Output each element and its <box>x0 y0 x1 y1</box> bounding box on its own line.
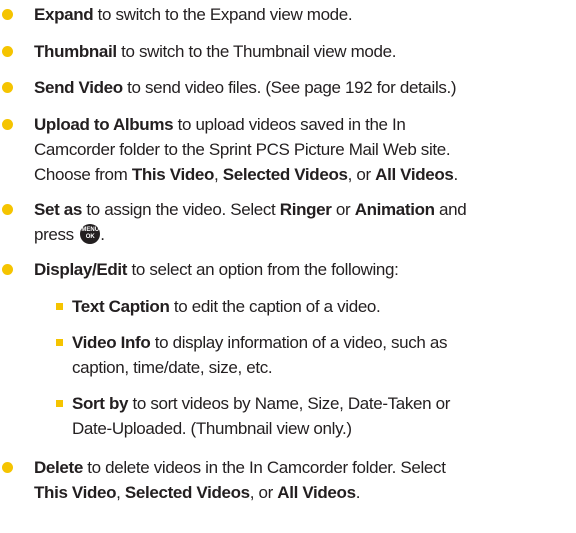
bullet-dot <box>2 119 13 130</box>
list-item-delete: Delete to delete videos in the In Camcor… <box>34 458 446 477</box>
sub-item-sort-by: Sort by to sort videos by Name, Size, Da… <box>72 394 451 413</box>
sub-item-text-caption: Text Caption to edit the caption of a vi… <box>72 297 381 316</box>
list-item-set-as-line2: press MENU OK. <box>34 223 105 244</box>
term-expand: Expand <box>34 5 94 24</box>
list-item-set-as: Set as to assign the video. Select Ringe… <box>34 200 467 219</box>
list-item-send-video: Send Video to send video files. (See pag… <box>34 78 457 97</box>
sub-item-sort-by-line2: Date-Uploaded. (Thumbnail view only.) <box>72 419 352 438</box>
list-item-display-edit: Display/Edit to select an option from th… <box>34 260 399 279</box>
sub-item-video-info: Video Info to display information of a v… <box>72 333 448 352</box>
sub-bullet-square <box>56 339 63 346</box>
term-delete: Delete <box>34 458 83 477</box>
list-item-upload-line2: Camcorder folder to the Sprint PCS Pictu… <box>34 140 451 159</box>
term-upload-to-albums: Upload to Albums <box>34 115 174 134</box>
list-item-upload-line3: Choose from This Video, Selected Videos,… <box>34 165 458 184</box>
bullet-dot <box>2 264 13 275</box>
bullet-dot <box>2 9 13 20</box>
bullet-dot <box>2 462 13 473</box>
bullet-dot <box>2 82 13 93</box>
term-send-video: Send Video <box>34 78 123 97</box>
term-display-edit: Display/Edit <box>34 260 128 279</box>
list-item-thumbnail: Thumbnail to switch to the Thumbnail vie… <box>34 42 397 61</box>
sub-bullet-square <box>56 303 63 310</box>
bullet-dot <box>2 46 13 57</box>
list-item-upload-to-albums: Upload to Albums to upload videos saved … <box>34 115 406 134</box>
sub-item-video-info-line2: caption, time/date, size, etc. <box>72 358 273 377</box>
term-thumbnail: Thumbnail <box>34 42 117 61</box>
list-item-expand: Expand to switch to the Expand view mode… <box>34 5 353 24</box>
sub-bullet-square <box>56 400 63 407</box>
bullet-dot <box>2 204 13 215</box>
menu-ok-key-icon: MENU OK <box>80 223 101 244</box>
list-item-delete-line2: This Video, Selected Videos, or All Vide… <box>34 483 361 502</box>
term-set-as: Set as <box>34 200 82 219</box>
